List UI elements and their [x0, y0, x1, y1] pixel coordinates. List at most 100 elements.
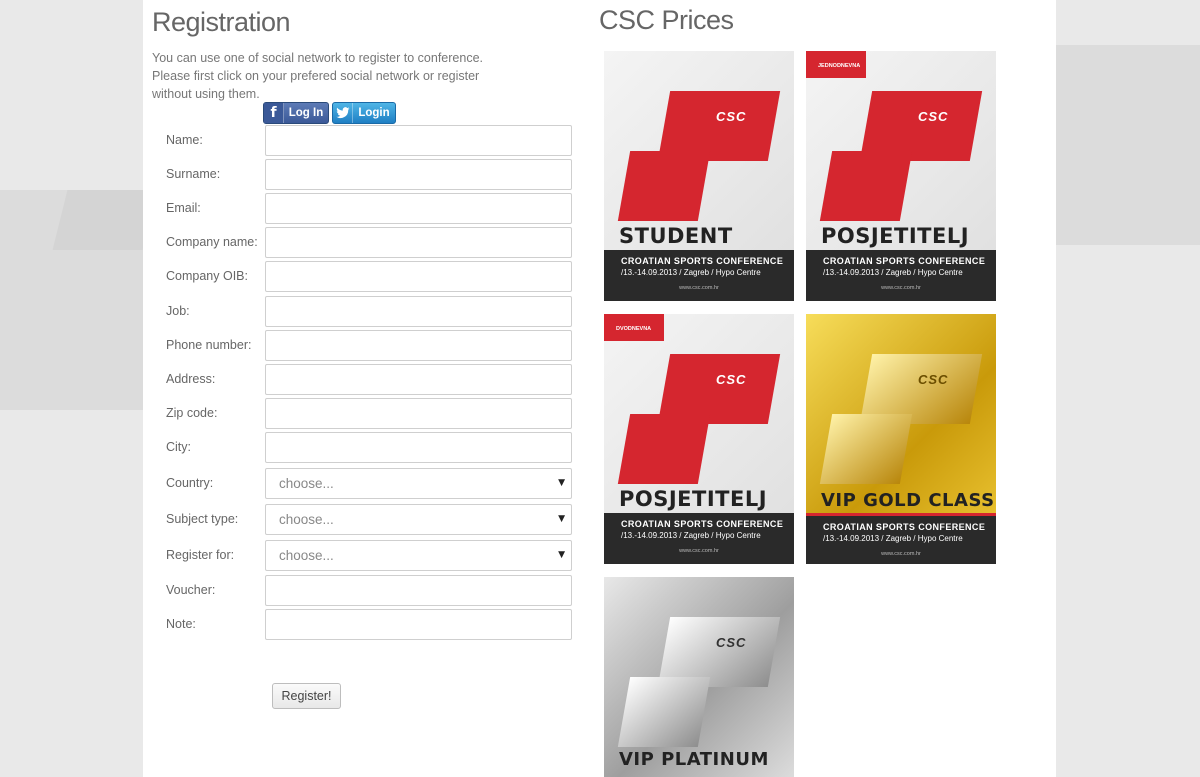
zip-code-input[interactable] [265, 398, 572, 429]
card-footer: CROATIAN SPORTS CONFERENCE /13.-14.09.20… [806, 250, 996, 301]
job-label: Job: [166, 304, 190, 318]
address-label: Address: [166, 372, 216, 386]
form-row-company-name: Company name: [143, 227, 583, 259]
card-name: VIP PLATINUM [619, 749, 769, 770]
card-footer: CROATIAN SPORTS CONFERENCE /13.-14.09.20… [604, 250, 794, 301]
price-card-posjetitelj-dvodnevna[interactable]: DVODNEVNA CSC POSJETITELJ CROATIAN SPORT… [604, 314, 794, 564]
form-row-register-for: Register for: choose... ▼ [143, 540, 583, 572]
card-name: STUDENT [619, 224, 733, 248]
subject-type-label: Subject type: [166, 512, 239, 526]
form-row-phone: Phone number: [143, 330, 583, 362]
surname-input[interactable] [265, 159, 572, 190]
surname-label: Surname: [166, 167, 221, 181]
subject-type-select[interactable]: choose... ▼ [265, 504, 572, 535]
price-card-vip-platinum[interactable]: CSC VIP PLATINUM [604, 577, 794, 777]
name-label: Name: [166, 133, 203, 147]
form-row-city: City: [143, 432, 583, 464]
card-footer: CROATIAN SPORTS CONFERENCE /13.-14.09.20… [604, 513, 794, 564]
twitter-login-label: Login [358, 107, 390, 119]
company-name-label: Company name: [166, 235, 258, 249]
facebook-login-button[interactable]: f Log In [263, 102, 329, 124]
card-name: VIP GOLD CLASS [821, 490, 995, 511]
twitter-icon [333, 103, 353, 123]
card-conference-name: CROATIAN SPORTS CONFERENCE [621, 256, 784, 266]
form-row-subject-type: Subject type: choose... ▼ [143, 504, 583, 536]
phone-number-input[interactable] [265, 330, 572, 361]
company-name-input[interactable] [265, 227, 572, 258]
city-label: City: [166, 440, 191, 454]
brand-shape [819, 414, 913, 484]
card-footer: CROATIAN SPORTS CONFERENCE /13.-14.09.20… [806, 513, 996, 564]
company-oib-input[interactable] [265, 261, 572, 292]
facebook-login-label: Log In [288, 107, 324, 119]
background-decoration [1056, 45, 1200, 245]
phone-number-label: Phone number: [166, 338, 252, 352]
form-row-voucher: Voucher: [143, 575, 583, 607]
country-select[interactable]: choose... ▼ [265, 468, 572, 499]
card-website: www.csc.com.hr [679, 548, 719, 554]
dropdown-arrow-icon: ▼ [558, 550, 565, 560]
brand-shape [617, 151, 711, 221]
card-conference-date: /13.-14.09.2013 / Zagreb / Hypo Centre [621, 531, 761, 540]
card-name: POSJETITELJ [821, 224, 970, 248]
form-row-zip: Zip code: [143, 398, 583, 430]
registration-title: Registration [152, 7, 291, 37]
card-website: www.csc.com.hr [881, 285, 921, 291]
address-input[interactable] [265, 364, 572, 395]
csc-logo: CSC [716, 372, 747, 387]
price-card-posjetitelj-jednodnevna[interactable]: JEDNODNEVNA CSC POSJETITELJ CROATIAN SPO… [806, 51, 996, 301]
brand-shape [617, 677, 711, 747]
form-row-email: Email: [143, 193, 583, 225]
register-for-select-value: choose... [279, 548, 334, 563]
price-card-vip-gold[interactable]: CSC VIP GOLD CLASS CROATIAN SPORTS CONFE… [806, 314, 996, 564]
job-input[interactable] [265, 296, 572, 327]
zip-code-label: Zip code: [166, 406, 218, 420]
registration-intro: You can use one of social network to reg… [152, 51, 483, 101]
form-row-note: Note: [143, 609, 583, 641]
brand-shape [819, 151, 913, 221]
facebook-icon: f [264, 103, 284, 123]
card-website: www.csc.com.hr [881, 551, 921, 557]
card-conference-date: /13.-14.09.2013 / Zagreb / Hypo Centre [823, 534, 963, 543]
content-panel: Registration You can use one of social n… [143, 0, 1056, 777]
register-for-label: Register for: [166, 548, 235, 562]
form-row-country: Country: choose... ▼ [143, 468, 583, 500]
prices-title: CSC Prices [599, 5, 734, 35]
email-label: Email: [166, 201, 201, 215]
form-row-job: Job: [143, 296, 583, 328]
country-label: Country: [166, 476, 214, 490]
csc-logo: CSC [918, 109, 949, 124]
register-button[interactable]: Register! [272, 683, 341, 709]
dropdown-arrow-icon: ▼ [558, 514, 565, 524]
csc-logo: CSC [918, 372, 949, 387]
register-for-select[interactable]: choose... ▼ [265, 540, 572, 571]
city-input[interactable] [265, 432, 572, 463]
card-name: POSJETITELJ [619, 487, 768, 511]
brand-shape [617, 414, 711, 484]
form-row-company-oib: Company OIB: [143, 261, 583, 293]
card-conference-name: CROATIAN SPORTS CONFERENCE [621, 519, 784, 529]
email-input[interactable] [265, 193, 572, 224]
voucher-input[interactable] [265, 575, 572, 606]
form-row-name: Name: [143, 125, 583, 157]
price-card-student[interactable]: CSC STUDENT CROATIAN SPORTS CONFERENCE /… [604, 51, 794, 301]
note-input[interactable] [265, 609, 572, 640]
form-row-address: Address: [143, 364, 583, 396]
background-decoration [52, 190, 158, 250]
card-tag: DVODNEVNA [604, 314, 664, 341]
country-select-value: choose... [279, 476, 334, 491]
name-input[interactable] [265, 125, 572, 156]
social-login-group: f Log In Login [263, 102, 396, 124]
company-oib-label: Company OIB: [166, 269, 248, 283]
twitter-login-button[interactable]: Login [332, 102, 396, 124]
csc-logo: CSC [716, 109, 747, 124]
card-website: www.csc.com.hr [679, 285, 719, 291]
card-conference-name: CROATIAN SPORTS CONFERENCE [823, 522, 986, 532]
subject-type-select-value: choose... [279, 512, 334, 527]
csc-logo: CSC [716, 635, 747, 650]
dropdown-arrow-icon: ▼ [558, 478, 565, 488]
card-tag: JEDNODNEVNA [806, 51, 866, 78]
card-conference-date: /13.-14.09.2013 / Zagreb / Hypo Centre [823, 268, 963, 277]
note-label: Note: [166, 617, 196, 631]
card-conference-date: /13.-14.09.2013 / Zagreb / Hypo Centre [621, 268, 761, 277]
